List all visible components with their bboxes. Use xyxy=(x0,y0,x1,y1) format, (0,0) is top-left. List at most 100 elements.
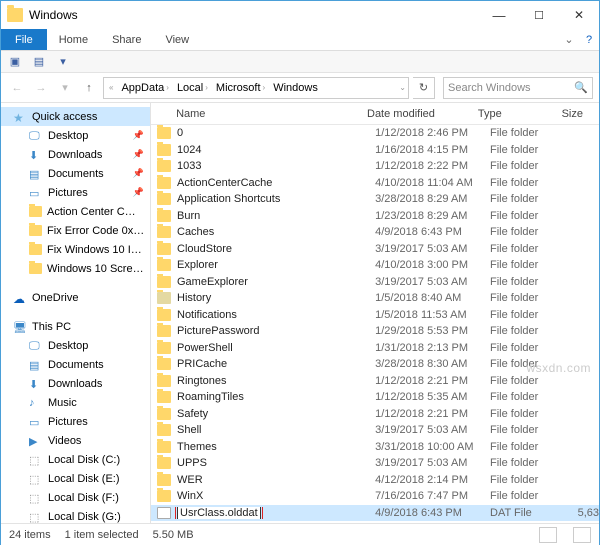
cell-date: 1/29/2018 5:53 PM xyxy=(369,325,484,337)
rename-input[interactable]: UsrClass.olddat xyxy=(177,507,261,519)
navitem-pinned[interactable]: Windows 10 Scre… xyxy=(1,259,150,278)
navitem-pinned[interactable]: Fix Windows 10 I… xyxy=(1,240,150,259)
navitem-pcitem[interactable]: Local Disk (E:) xyxy=(1,469,150,488)
back-button[interactable]: ← xyxy=(7,78,27,98)
cell-name: UsrClass.olddat xyxy=(171,507,369,519)
navitem-pcitem[interactable]: Local Disk (C:) xyxy=(1,450,150,469)
navitem-pcitem[interactable]: Music xyxy=(1,393,150,412)
cell-date: 7/16/2016 7:47 PM xyxy=(369,490,484,502)
file-row[interactable]: CloudStore3/19/2017 5:03 AMFile folder xyxy=(151,241,599,258)
cell-date: 1/12/2018 5:35 AM xyxy=(369,391,484,403)
file-row[interactable]: PicturePassword1/29/2018 5:53 PMFile fol… xyxy=(151,323,599,340)
navitem-onedrive[interactable]: OneDrive xyxy=(1,288,150,307)
file-row[interactable]: GameExplorer3/19/2017 5:03 AMFile folder xyxy=(151,274,599,291)
file-row[interactable]: 10241/16/2018 4:15 PMFile folder xyxy=(151,142,599,159)
address-bar[interactable]: « AppData › Local › Microsoft › Windows … xyxy=(103,77,409,99)
maximize-button[interactable] xyxy=(519,1,559,29)
navitem-pinned[interactable]: Desktop📌 xyxy=(1,126,150,145)
file-row[interactable]: WinX7/16/2016 7:47 PMFile folder xyxy=(151,488,599,505)
view-details-button[interactable] xyxy=(539,527,557,543)
folder-icon xyxy=(157,160,171,172)
desktop-icon xyxy=(29,340,43,352)
crumb-appdata[interactable]: AppData › xyxy=(118,82,171,94)
navitem-pinned[interactable]: Pictures📌 xyxy=(1,183,150,202)
navitem-thispc[interactable]: This PC xyxy=(1,317,150,336)
qat-properties-icon[interactable]: ▣ xyxy=(7,54,23,70)
qat-dropdown-icon[interactable]: ▾ xyxy=(55,54,71,70)
crumb-prefix[interactable]: « xyxy=(106,83,116,92)
header-name[interactable]: Name xyxy=(170,108,361,120)
cell-type: File folder xyxy=(484,144,561,156)
file-row[interactable]: RoamingTiles1/12/2018 5:35 AMFile folder xyxy=(151,389,599,406)
tab-view[interactable]: View xyxy=(153,29,201,50)
address-dropdown-icon[interactable]: ⌄ xyxy=(399,83,406,92)
folder-icon xyxy=(157,259,171,271)
up-button[interactable]: ↑ xyxy=(79,78,99,98)
cell-name: Explorer xyxy=(171,259,369,271)
file-list-body[interactable]: 01/12/2018 2:46 PMFile folder10241/16/20… xyxy=(151,125,599,523)
cell-date: 4/9/2018 6:43 PM xyxy=(369,507,484,519)
search-box[interactable]: Search Windows 🔍 xyxy=(443,77,593,99)
doc-icon xyxy=(29,168,43,180)
header-type[interactable]: Type xyxy=(472,108,547,120)
file-row[interactable]: PRICache3/28/2018 8:30 AMFile folder xyxy=(151,356,599,373)
navitem-quick-access[interactable]: Quick access xyxy=(1,107,150,126)
file-row[interactable]: Application Shortcuts3/28/2018 8:29 AMFi… xyxy=(151,191,599,208)
ribbon-expand-icon[interactable]: ⌄ xyxy=(559,29,579,50)
crumb-microsoft[interactable]: Microsoft › xyxy=(213,82,268,94)
folder-icon xyxy=(29,206,42,217)
navitem-pinned[interactable]: Action Center C… xyxy=(1,202,150,221)
file-row[interactable]: History1/5/2018 8:40 AMFile folder xyxy=(151,290,599,307)
cell-type: File folder xyxy=(484,391,561,403)
view-large-button[interactable] xyxy=(573,527,591,543)
navitem-pinned[interactable]: Fix Error Code 0x… xyxy=(1,221,150,240)
navitem-pcitem[interactable]: Local Disk (F:) xyxy=(1,488,150,507)
cell-date: 1/23/2018 8:29 AM xyxy=(369,210,484,222)
file-row[interactable]: UPPS3/19/2017 5:03 AMFile folder xyxy=(151,455,599,472)
file-row[interactable]: 01/12/2018 2:46 PMFile folder xyxy=(151,125,599,142)
pc-icon xyxy=(13,321,27,333)
tab-file[interactable]: File xyxy=(1,29,47,50)
crumb-local[interactable]: Local › xyxy=(174,82,211,94)
crumb-windows[interactable]: Windows xyxy=(270,82,321,94)
file-row[interactable]: WER4/12/2018 2:14 PMFile folder xyxy=(151,472,599,489)
file-row[interactable]: Notifications1/5/2018 11:53 AMFile folde… xyxy=(151,307,599,324)
file-row[interactable]: Shell3/19/2017 5:03 AMFile folder xyxy=(151,422,599,439)
tab-share[interactable]: Share xyxy=(100,29,153,50)
navitem-pcitem[interactable]: Pictures xyxy=(1,412,150,431)
cell-name: Ringtones xyxy=(171,375,369,387)
close-button[interactable] xyxy=(559,1,599,29)
navitem-pinned[interactable]: Documents📌 xyxy=(1,164,150,183)
header-size[interactable]: Size xyxy=(547,108,584,120)
file-row[interactable]: PowerShell1/31/2018 2:13 PMFile folder xyxy=(151,340,599,357)
dat-icon xyxy=(157,507,171,519)
file-row[interactable]: 10331/12/2018 2:22 PMFile folder xyxy=(151,158,599,175)
navitem-pcitem[interactable]: Local Disk (G:) xyxy=(1,507,150,523)
navitem-pcitem[interactable]: Videos xyxy=(1,431,150,450)
file-row[interactable]: UsrClass.olddat4/9/2018 6:43 PMDAT File5… xyxy=(151,505,599,522)
forward-button[interactable]: → xyxy=(31,78,51,98)
file-row[interactable]: Themes3/31/2018 10:00 AMFile folder xyxy=(151,439,599,456)
help-icon[interactable]: ? xyxy=(579,29,599,50)
tab-home[interactable]: Home xyxy=(47,29,100,50)
recent-locations-icon[interactable]: ▾ xyxy=(55,78,75,98)
file-row[interactable]: Ringtones1/12/2018 2:21 PMFile folder xyxy=(151,373,599,390)
file-row[interactable]: Caches4/9/2018 6:43 PMFile folder xyxy=(151,224,599,241)
file-row[interactable]: Burn1/23/2018 8:29 AMFile folder xyxy=(151,208,599,225)
file-row[interactable]: Safety1/12/2018 2:21 PMFile folder xyxy=(151,406,599,423)
header-date[interactable]: Date modified xyxy=(361,108,472,120)
cell-name: Notifications xyxy=(171,309,369,321)
search-icon[interactable]: 🔍 xyxy=(574,81,588,94)
pin-icon: 📌 xyxy=(133,149,144,160)
minimize-button[interactable] xyxy=(479,1,519,29)
navitem-pcitem[interactable]: Desktop xyxy=(1,336,150,355)
file-row[interactable]: ActionCenterCache4/10/2018 11:04 AMFile … xyxy=(151,175,599,192)
file-row[interactable]: Explorer4/10/2018 3:00 PMFile folder xyxy=(151,257,599,274)
navitem-pcitem[interactable]: Downloads xyxy=(1,374,150,393)
qat-new-icon[interactable]: ▤ xyxy=(31,54,47,70)
navitem-pinned[interactable]: Downloads📌 xyxy=(1,145,150,164)
cell-name: 1024 xyxy=(171,144,369,156)
status-bar: 24 items 1 item selected 5.50 MB xyxy=(1,523,599,545)
navitem-pcitem[interactable]: Documents xyxy=(1,355,150,374)
refresh-button[interactable]: ↻ xyxy=(413,77,435,99)
